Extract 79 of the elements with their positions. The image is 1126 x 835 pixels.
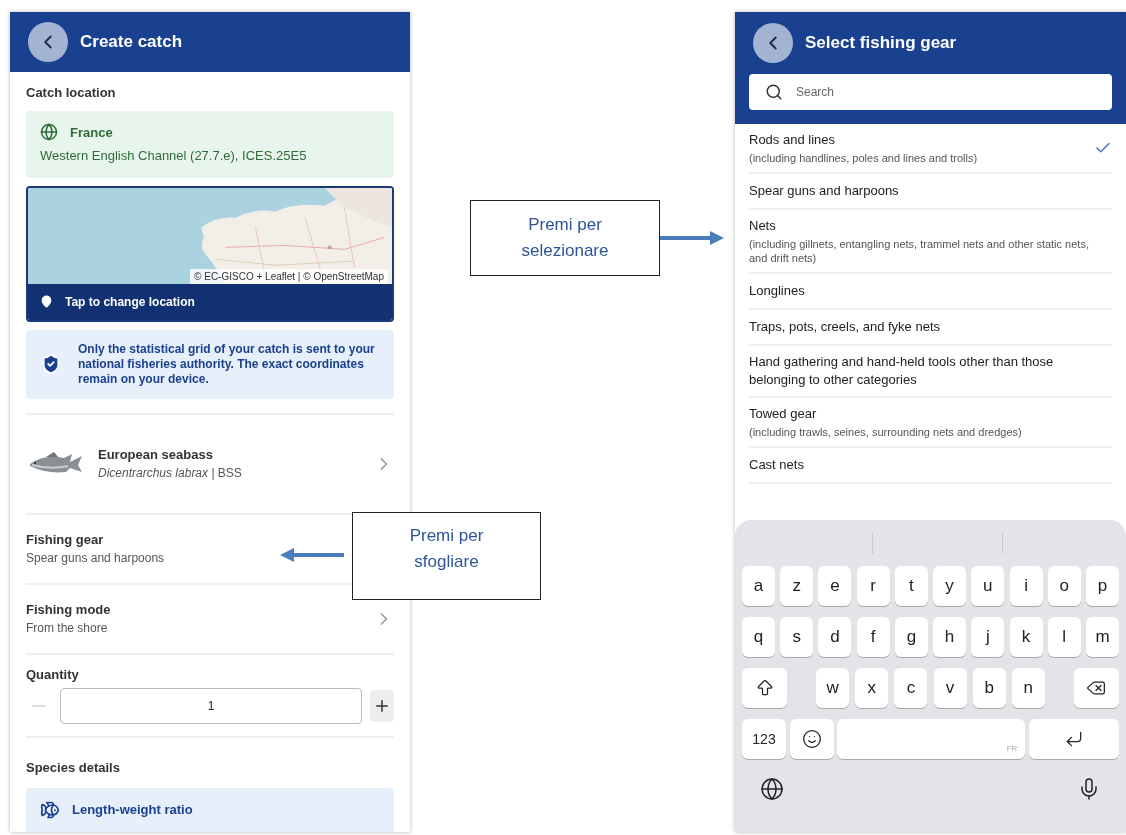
keyboard-key[interactable]: e <box>818 566 852 606</box>
annotation-arrow <box>660 231 724 245</box>
keyboard-key[interactable]: q <box>742 617 775 657</box>
keyboard-key[interactable]: r <box>856 566 890 606</box>
option-title: Spear guns and harpoons <box>749 182 900 200</box>
annotation-tooltip: Premi per sfogliare <box>352 512 541 600</box>
search-field[interactable]: Search <box>749 74 1112 110</box>
species-name: European seabass <box>98 445 214 464</box>
keyboard-key[interactable]: h <box>933 617 967 657</box>
ratio-title: Length-weight ratio <box>72 800 193 819</box>
annotation-arrow <box>280 548 344 562</box>
screen-title: Select fishing gear <box>805 32 957 55</box>
ratio-card[interactable]: Length-weight ratio <box>26 787 394 832</box>
field-label: Quantity <box>26 665 80 684</box>
keyboard-key[interactable]: o <box>1047 566 1081 606</box>
species-scientific-name: Dicentrarchus labrax | BSS <box>98 465 243 483</box>
section-title: Species details <box>26 759 121 777</box>
globe-icon <box>40 123 58 142</box>
keyboard-key[interactable]: x <box>855 668 889 708</box>
keyboard-key[interactable]: k <box>1009 617 1043 657</box>
keyboard-key[interactable]: n <box>1011 668 1045 708</box>
field-label: Fishing mode <box>26 600 111 619</box>
map-card[interactable]: © EC-GISCO + Leaflet | © OpenStreetMap Tap to change location <box>26 185 394 322</box>
keyboard-key[interactable]: j <box>971 617 1005 657</box>
option-description: (including trawls, seines, surrounding nets and dredges) <box>749 425 1023 439</box>
numbers-key[interactable]: 123 <box>742 719 786 759</box>
screen-title: Create catch <box>80 31 183 54</box>
change-location-bar[interactable]: Tap to change location <box>28 283 392 320</box>
minus-icon <box>32 705 46 707</box>
change-location-label: Tap to change location <box>65 293 195 311</box>
keyboard-key[interactable]: a <box>742 566 775 606</box>
back-button[interactable] <box>753 23 793 63</box>
field-value: From the shore <box>26 620 108 638</box>
keyboard-key[interactable]: s <box>780 617 814 657</box>
shift-key[interactable] <box>742 668 787 708</box>
keyboard-key[interactable]: i <box>1009 566 1043 606</box>
emoji-icon <box>801 729 822 749</box>
increment-button[interactable] <box>370 690 394 722</box>
keyboard-key[interactable]: l <box>1047 617 1081 657</box>
privacy-note: Only the statistical grid of your catch is sent to your national fisheries authority. The exact coordinates remain on your device. <box>78 341 376 387</box>
option-title: Longlines <box>749 282 806 300</box>
option-title: Towed gear <box>749 405 818 423</box>
keyboard-key[interactable]: m <box>1085 617 1119 657</box>
keyboard-key[interactable]: g <box>894 617 928 657</box>
option-title: Traps, pots, creels, and fyke nets <box>749 318 941 336</box>
keyboard-key[interactable]: z <box>780 566 814 606</box>
option-title: Nets <box>749 217 777 235</box>
area-name: Western English Channel (27.7.e), ICES.25E5 <box>40 147 308 165</box>
fish-icon <box>40 799 60 820</box>
globe-icon[interactable] <box>760 777 784 801</box>
search-icon <box>765 83 783 101</box>
quantity-field[interactable]: 1 <box>60 688 362 724</box>
option-title: Cast nets <box>749 456 805 474</box>
option-description: (including gillnets, entangling nets, trammel nets and other static nets, and drift nets) <box>749 237 1090 265</box>
keyboard-key[interactable]: c <box>894 668 928 708</box>
option-description: (including handlines, poles and lines and trolls) <box>749 151 979 165</box>
field-value: Spear guns and harpoons <box>26 550 165 568</box>
option-title: Hand gathering and hand-held tools other than those belonging to other categories <box>749 353 1055 389</box>
emoji-key[interactable] <box>789 719 834 759</box>
back-button[interactable] <box>28 22 68 62</box>
section-title: Catch location <box>26 84 117 102</box>
shield-icon <box>40 353 62 375</box>
keyboard-key[interactable]: t <box>894 566 928 606</box>
keyboard-key[interactable]: w <box>816 668 850 708</box>
keyboard-key[interactable]: p <box>1085 566 1119 606</box>
option-title: Rods and lines <box>749 131 836 149</box>
keyboard-key[interactable]: b <box>972 668 1006 708</box>
keyboard-key[interactable]: v <box>933 668 967 708</box>
keyboard-key[interactable]: f <box>856 617 890 657</box>
plus-icon <box>373 697 391 715</box>
species-row[interactable]: European seabass Dicentrarchus labrax | BSS <box>26 414 394 515</box>
field-label: Fishing gear <box>26 530 104 549</box>
keyboard-key[interactable]: d <box>818 617 852 657</box>
pin-icon <box>40 295 53 308</box>
backspace-key[interactable] <box>1074 668 1119 708</box>
annotation-tooltip: Premi per selezionare <box>470 200 660 276</box>
keyboard-key[interactable]: y <box>933 566 967 606</box>
keyboard-key[interactable]: u <box>971 566 1005 606</box>
country-name: France <box>70 123 113 142</box>
